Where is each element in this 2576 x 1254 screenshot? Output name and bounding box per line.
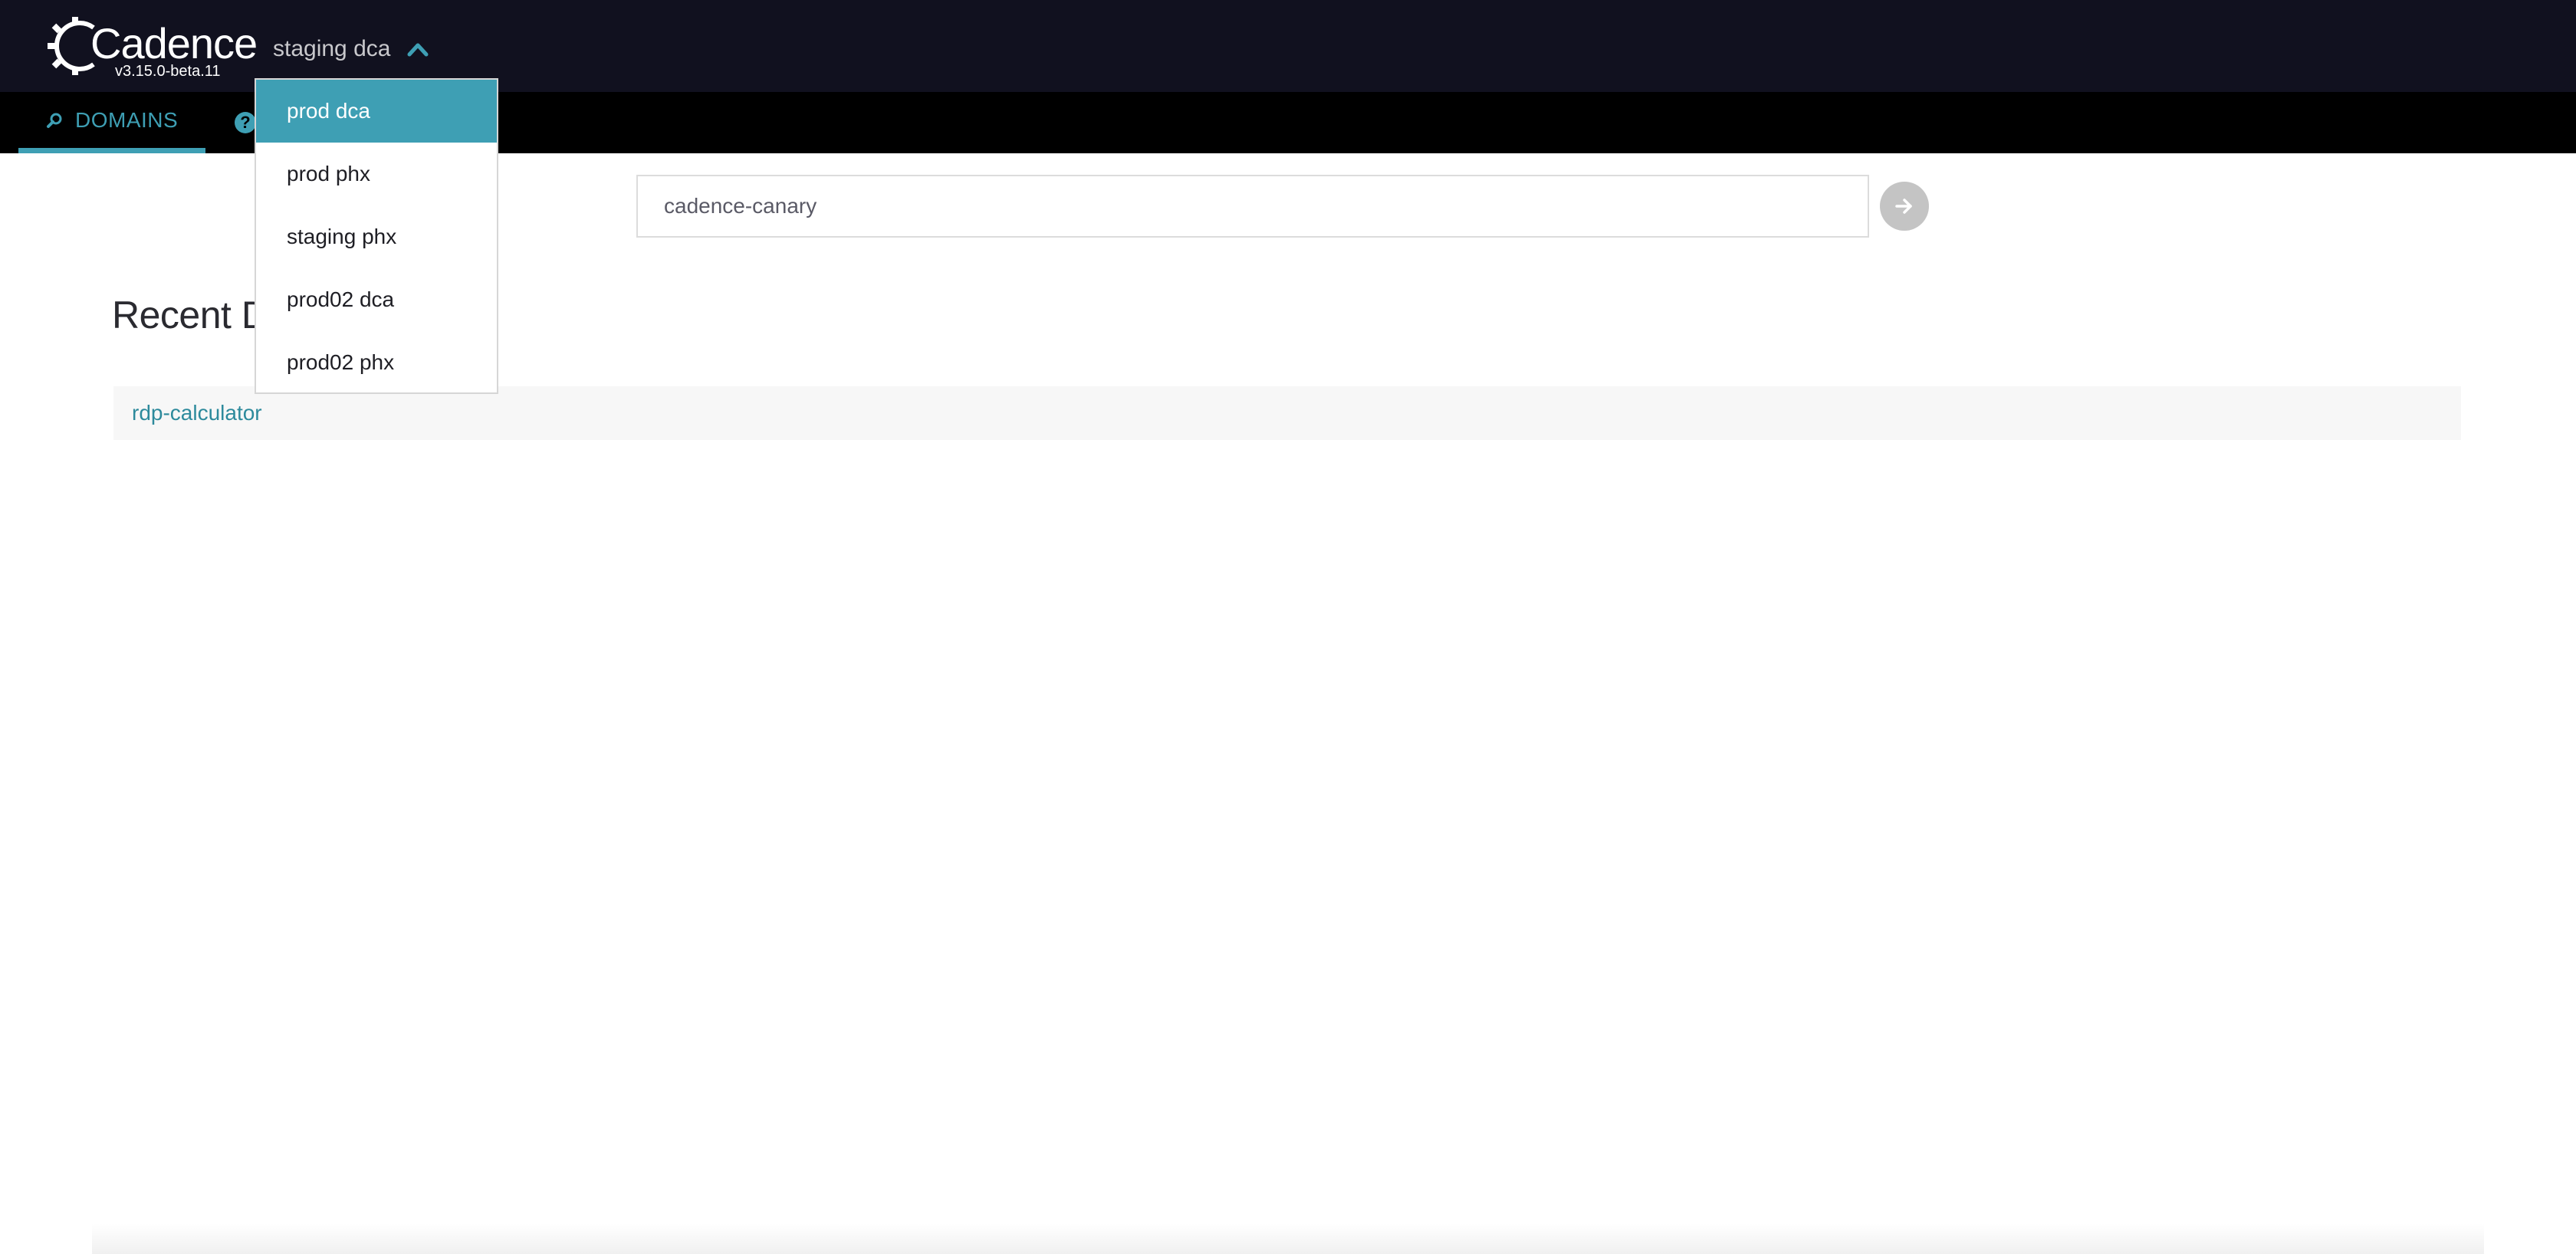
recent-domain-row: rdp-calculator [113,386,2461,440]
search-icon [47,113,62,128]
cadence-logo[interactable]: Cadence v3.15.0-beta.11 [46,11,258,81]
help-circle-icon: ? [235,112,256,133]
environment-selector[interactable]: staging dca [273,31,430,67]
environment-option-prod02-phx[interactable]: prod02 phx [256,331,497,394]
arrow-right-icon [1895,199,1912,214]
environment-option-prod-dca[interactable]: prod dca [256,80,497,143]
version-label: v3.15.0-beta.11 [115,63,221,80]
recent-domain-link[interactable]: rdp-calculator [132,401,262,425]
chevron-up-icon [407,43,429,57]
environment-option-staging-phx[interactable]: staging phx [256,205,497,268]
environment-option-prod02-dca[interactable]: prod02 dca [256,268,497,331]
domain-search-input[interactable] [636,175,1869,238]
tab-domains[interactable]: DOMAINS [18,92,205,153]
environment-option-prod-phx[interactable]: prod phx [256,143,497,205]
search-submit-button[interactable] [1880,182,1929,231]
footer-shadow [92,1223,2484,1254]
logo-wordmark: Cadence [90,19,258,67]
environment-dropdown-menu: prod dca prod phx staging phx prod02 dca… [255,78,498,394]
environment-selector-label: staging dca [273,36,391,61]
tab-domains-label: DOMAINS [75,107,179,132]
